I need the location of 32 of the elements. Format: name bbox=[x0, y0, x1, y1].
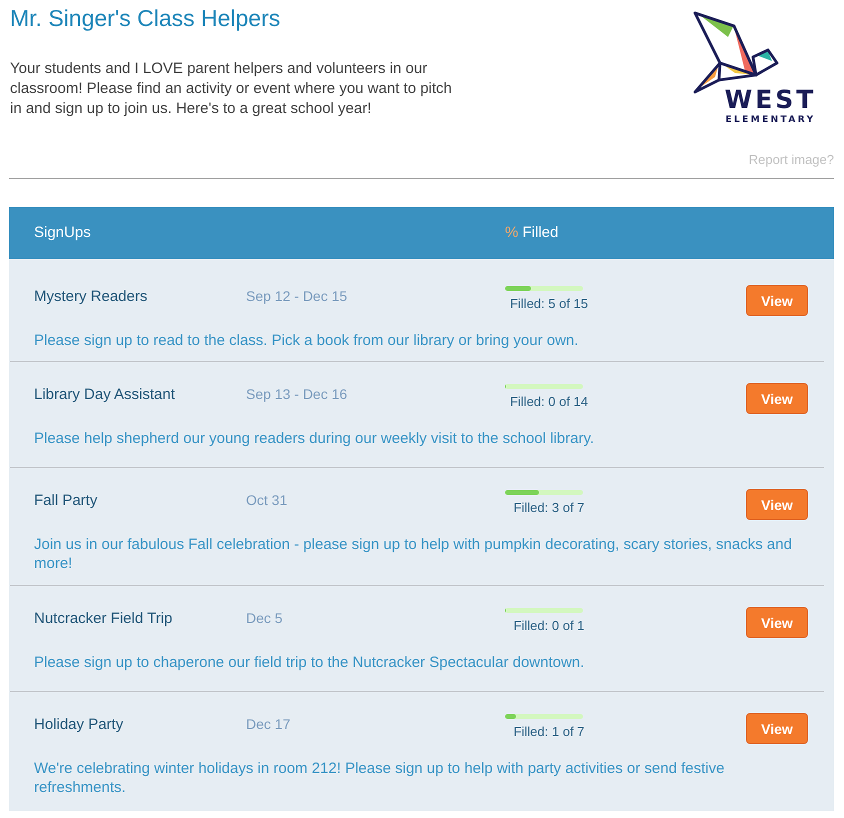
signup-dates: Sep 13 - Dec 16 bbox=[246, 386, 348, 403]
view-button[interactable]: View bbox=[746, 285, 808, 316]
view-button[interactable]: View bbox=[746, 489, 808, 520]
signup-description: Please help shepherd our young readers during our weekly visit to the school library. bbox=[34, 429, 596, 449]
logo-name: WEST bbox=[724, 87, 816, 113]
signup-name: Library Day Assistant bbox=[34, 386, 175, 404]
view-button[interactable]: View bbox=[746, 383, 808, 414]
filled-count: Filled: 0 of 14 bbox=[510, 394, 588, 410]
report-image-link[interactable]: Report image? bbox=[748, 152, 834, 168]
page-title: Mr. Singer's Class Helpers bbox=[10, 4, 282, 32]
signup-description: Please sign up to chaperone our field trip to the Nutcracker Spectacular downtown. bbox=[34, 653, 586, 673]
view-button[interactable]: View bbox=[746, 713, 808, 744]
signup-name: Fall Party bbox=[34, 492, 98, 510]
column-header: % Filled bbox=[505, 224, 558, 242]
signup-dates: Dec 5 bbox=[246, 610, 283, 627]
filled-count: Filled: 5 of 15 bbox=[510, 296, 588, 312]
filled-count: Filled: 0 of 1 bbox=[514, 618, 584, 634]
signup-dates: Dec 17 bbox=[246, 716, 290, 733]
signup-name: Holiday Party bbox=[34, 716, 124, 734]
intro-text: Your students and I LOVE parent helpers and volunteers in our classroom! Please find an activity or event where you want to pitch in and sign up to join us. Here's to a great school year! bbox=[10, 59, 453, 119]
view-button[interactable]: View bbox=[746, 607, 808, 638]
logo-subtitle: ELEMENTARY bbox=[725, 115, 816, 126]
column-header: SignUps bbox=[34, 224, 91, 242]
filled-count: Filled: 1 of 7 bbox=[514, 724, 584, 740]
signup-description: Join us in our fabulous Fall celebration - please sign up to help with pumpkin decorating, scary stories, snacks and more! bbox=[34, 535, 793, 573]
signup-dates: Sep 12 - Dec 15 bbox=[246, 288, 348, 305]
filled-count: Filled: 3 of 7 bbox=[514, 500, 584, 516]
signup-description: Please sign up to read to the class. Pick a book from our library or bring your own. bbox=[34, 331, 580, 351]
signup-dates: Oct 31 bbox=[246, 492, 288, 509]
signup-name: Nutcracker Field Trip bbox=[34, 610, 172, 628]
signup-name: Mystery Readers bbox=[34, 288, 148, 306]
signup-description: We're celebrating winter holidays in room 212! Please sign up to help with party activities or send festive refreshments. bbox=[34, 759, 726, 797]
